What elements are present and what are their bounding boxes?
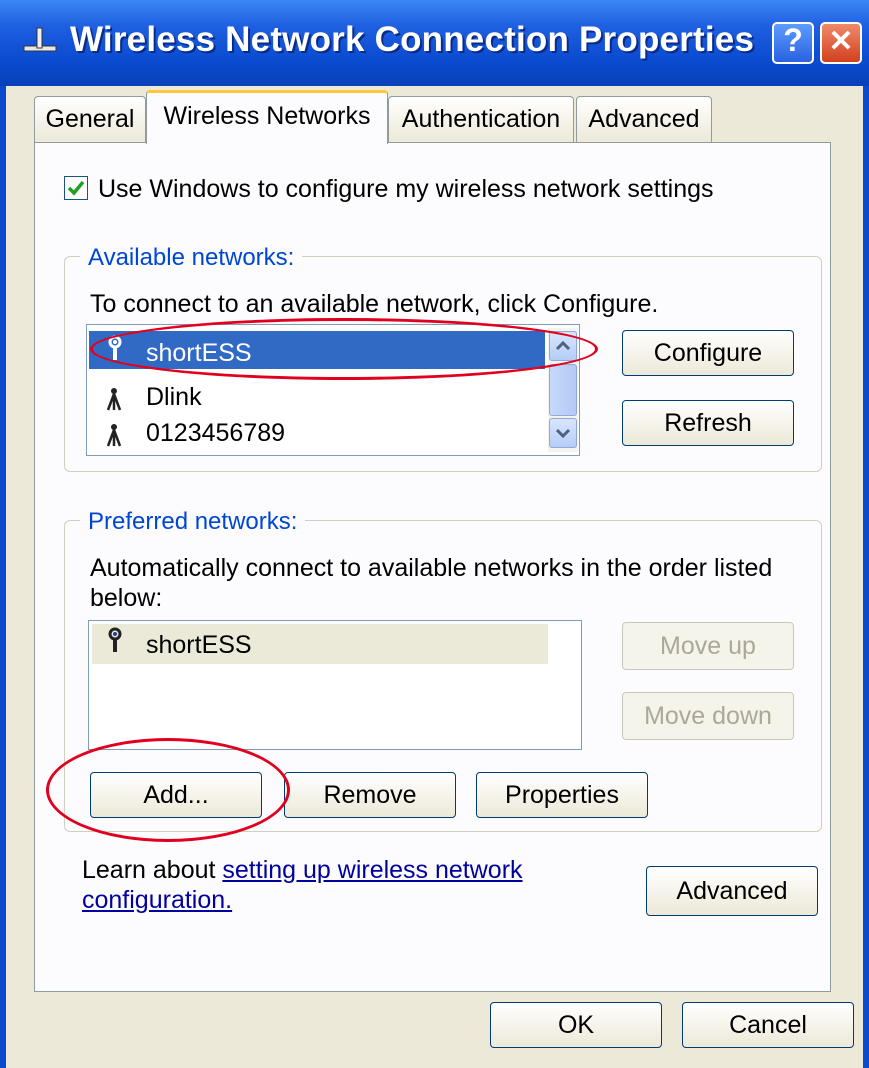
network-connection-icon <box>20 22 60 62</box>
refresh-button[interactable]: Refresh <box>622 400 794 446</box>
setup-help-link-continued[interactable]: configuration. <box>82 886 232 915</box>
close-button[interactable]: ✕ <box>820 22 862 64</box>
list-item[interactable]: 0123456789 <box>146 419 285 448</box>
tab-authentication[interactable]: Authentication <box>388 96 574 142</box>
available-instruction: To connect to an available network, clic… <box>90 290 659 318</box>
tab-general[interactable]: General <box>34 96 146 142</box>
help-button[interactable]: ? <box>772 22 814 64</box>
setup-help-link[interactable]: setting up wireless network <box>222 856 522 884</box>
learn-about-text: Learn about setting up wireless network <box>82 856 523 885</box>
list-item[interactable]: shortESS <box>146 631 252 660</box>
cancel-button[interactable]: Cancel <box>682 1002 854 1048</box>
window-title: Wireless Network Connection Properties <box>70 20 755 59</box>
configure-button[interactable]: Configure <box>622 330 794 376</box>
preferred-instruction-line2: below: <box>90 584 163 612</box>
use-windows-checkbox[interactable] <box>64 176 88 200</box>
antenna-icon <box>104 422 124 453</box>
tab-advanced[interactable]: Advanced <box>576 96 712 142</box>
list-item[interactable]: shortESS <box>146 339 252 368</box>
chevron-down-icon <box>555 428 571 439</box>
move-up-button[interactable]: Move up <box>622 622 794 670</box>
learn-about-prefix: Learn about <box>82 856 223 884</box>
advanced-button[interactable]: Advanced <box>646 866 818 916</box>
wireless-infrastructure-icon <box>104 626 126 659</box>
preferred-networks-label: Preferred networks: <box>80 508 306 536</box>
preferred-instruction-line1: Automatically connect to available netwo… <box>90 554 773 582</box>
remove-button[interactable]: Remove <box>284 772 456 818</box>
scroll-down-button[interactable] <box>549 418 577 448</box>
add-button[interactable]: Add... <box>90 772 262 818</box>
tab-label: Wireless Networks <box>163 102 371 130</box>
wireless-infrastructure-icon <box>104 334 126 367</box>
tab-label: General <box>45 105 135 133</box>
scroll-up-button[interactable] <box>549 331 577 361</box>
tab-label: Advanced <box>588 105 700 133</box>
help-icon: ? <box>783 22 803 58</box>
close-icon: ✕ <box>828 25 854 58</box>
tab-label: Authentication <box>401 105 561 133</box>
scroll-thumb[interactable] <box>549 364 577 416</box>
checkmark-icon <box>67 180 85 196</box>
move-down-button[interactable]: Move down <box>622 692 794 740</box>
tab-wireless-networks[interactable]: Wireless Networks <box>146 90 388 144</box>
use-windows-label: Use Windows to configure my wireless net… <box>98 175 714 203</box>
chevron-up-icon <box>555 340 571 351</box>
properties-button[interactable]: Properties <box>476 772 648 818</box>
list-item[interactable]: Dlink <box>146 383 202 412</box>
ok-button[interactable]: OK <box>490 1002 662 1048</box>
available-networks-label: Available networks: <box>80 244 303 272</box>
antenna-icon <box>104 386 124 417</box>
